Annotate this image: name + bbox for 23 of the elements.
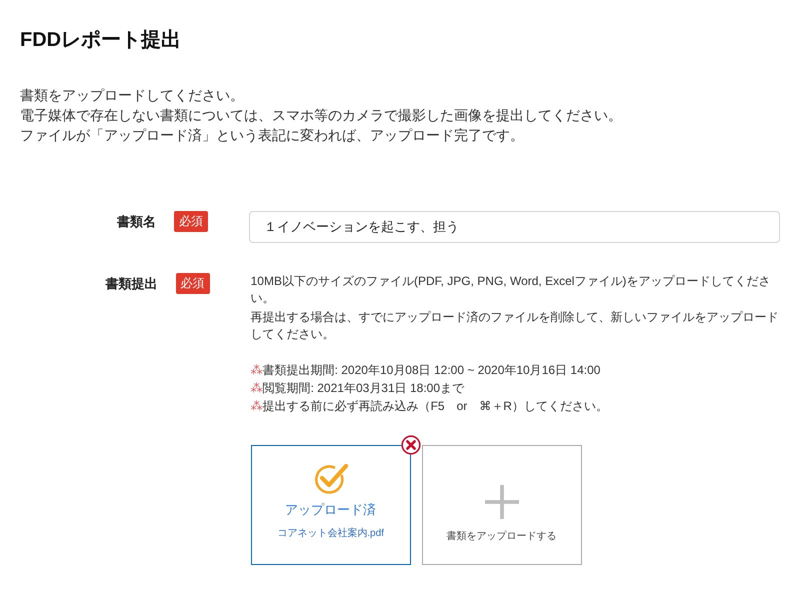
note-text: 閲覧期間: 2021年03月31日 18:00まで [262,380,464,397]
upload-status: アップロード済 [285,502,376,518]
instruction-text: 10MB以下のサイズのファイル(PDF, JPG, PNG, Word, Excelファイル)をアップロードしてください。 [250,273,772,307]
required-badge: 必須 [174,211,208,232]
page-title: FDDレポート提出 [20,28,182,52]
instruction-text: 再提出する場合は、すでにアップロード済のファイルを削除して、新しいファイルをアップロードしてください。 [250,309,780,343]
intro-text: ファイルが「アップロード済」という表記に変われば、アップロード完了です。 [20,126,524,145]
add-document-button[interactable]: 書類をアップロードする [422,445,582,565]
field-label: 書類名 [116,213,156,231]
text-input-field[interactable]: １イノベーションを起こす、担う [249,211,780,243]
note-text: 提出する前に必ず再読み込み（F5 or ⌘＋R）してください。 [262,398,608,415]
field-label: 書類提出 [104,275,158,293]
intro-text: 書類をアップロードしてください。 [20,86,244,105]
note-text: 書類提出期間: 2020年10月08日 12:00 ~ 2020年10月16日 14:00 [262,362,600,379]
check-circle-icon [312,462,349,496]
file-name: コアネット会社案内.pdf [277,528,384,540]
intro-text: 電子媒体で存在しない書類については、スマホ等のカメラで撮影した画像を提出してください。 [20,106,622,125]
delete-file-button[interactable] [400,435,421,455]
asterism-icon: ⁂ [250,361,263,379]
asterism-icon: ⁂ [250,397,263,415]
asterism-icon: ⁂ [250,379,263,397]
plus-icon [484,485,519,519]
required-badge: 必須 [176,273,210,294]
